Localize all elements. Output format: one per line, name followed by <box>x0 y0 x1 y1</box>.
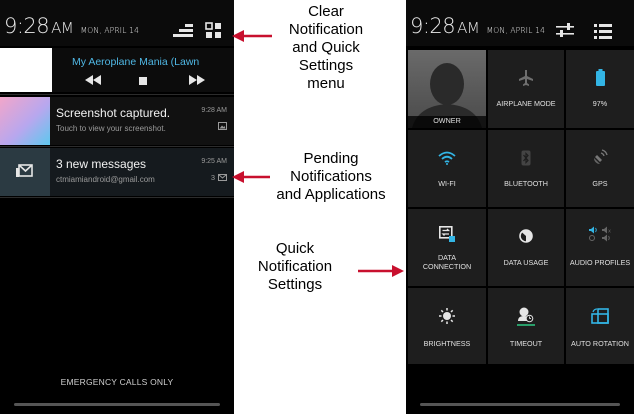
notification-list-icon[interactable] <box>594 24 612 39</box>
notification-title: 3 new messages <box>56 157 147 171</box>
divider <box>0 197 234 198</box>
drag-handle[interactable] <box>420 403 620 406</box>
wifi-icon <box>438 151 456 165</box>
screenshot-thumbnail <box>0 97 50 145</box>
notification-time: 9:25 AM <box>201 158 227 165</box>
messages-notification[interactable]: 3 new messages ctmiamiandroid@gmail.com … <box>0 148 234 196</box>
tile-audio-profiles[interactable]: x AUDIO PROFILES <box>566 209 634 286</box>
tile-label: BRIGHTNESS <box>423 339 471 348</box>
tile-owner[interactable]: OWNER <box>408 50 486 128</box>
tile-data-usage[interactable]: DATA USAGE <box>488 209 564 286</box>
auto-rotation-icon <box>591 308 609 324</box>
airplane-icon <box>519 70 533 86</box>
tile-label: AUTO ROTATION <box>571 339 629 348</box>
stop-icon[interactable] <box>139 77 147 85</box>
status-bar: 9:28 AM MON, APRIL 14 <box>0 0 234 46</box>
mail-app-icon-area <box>0 148 50 196</box>
music-title: My Aeroplane Mania (Lawn <box>72 56 200 68</box>
notification-small-icon-area <box>218 122 227 130</box>
notification-subtitle: Touch to view your screenshot. <box>56 124 166 133</box>
previous-track-icon[interactable] <box>85 75 101 85</box>
tile-label: AIRPLANE MODE <box>496 99 556 108</box>
battery-icon <box>595 69 605 86</box>
clock-date: MON, APRIL 14 <box>80 26 140 35</box>
screenshot-notification[interactable]: Screenshot captured. Touch to view your … <box>0 97 234 145</box>
arrow-left-icon <box>232 30 272 42</box>
album-art <box>0 48 52 92</box>
status-clock: 9:28 AM MON, APRIL 14 <box>4 14 139 38</box>
notification-title: Screenshot captured. <box>56 106 171 120</box>
tile-airplane-mode[interactable]: AIRPLANE MODE <box>488 50 564 128</box>
data-connection-icon <box>439 226 455 242</box>
clock-time: 9:28 <box>410 14 456 38</box>
data-usage-icon <box>519 229 533 243</box>
gmail-icon <box>16 164 33 177</box>
tile-label: WI-FI <box>438 179 456 188</box>
timeout-icon <box>517 307 535 326</box>
status-bar: 9:28 AM MON, APRIL 14 <box>406 0 634 46</box>
envelope-icon <box>218 174 227 181</box>
brightness-icon <box>439 308 455 324</box>
clock-ampm: AM <box>457 19 480 37</box>
tile-label: AUDIO PROFILES <box>569 258 631 267</box>
divider <box>0 94 234 95</box>
tile-label: 97% <box>592 99 608 108</box>
audio-profiles-icon: x <box>589 226 611 242</box>
annotation-clear-menu: Clear Notification and Quick Settings me… <box>288 3 364 92</box>
arrow-left-icon <box>232 171 270 183</box>
clear-notifications-icon[interactable] <box>172 24 194 38</box>
tile-wifi[interactable]: WI-FI <box>408 130 486 207</box>
bluetooth-icon <box>521 150 531 166</box>
tile-label: BLUETOOTH <box>504 179 548 188</box>
tile-label: DATA USAGE <box>503 258 549 267</box>
clock-ampm: AM <box>51 19 74 37</box>
tile-label: GPS <box>592 179 608 188</box>
next-track-icon[interactable] <box>189 75 205 85</box>
tile-bluetooth[interactable]: BLUETOOTH <box>488 130 564 207</box>
notification-shade: 9:28 AM MON, APRIL 14 My Aeroplane Mania … <box>0 0 234 414</box>
notification-subtitle: ctmiamiandroid@gmail.com <box>56 175 155 184</box>
quick-settings-panel: 9:28 AM MON, APRIL 14 OWNER AIRPLANE MOD… <box>406 0 634 414</box>
status-clock: 9:28 AM MON, APRIL 14 <box>410 14 545 38</box>
quick-settings-grid-icon[interactable] <box>205 22 223 39</box>
message-count: 3 <box>210 173 215 182</box>
tile-brightness[interactable]: BRIGHTNESS <box>408 288 486 364</box>
svg-text:x: x <box>608 229 611 235</box>
music-player-notification[interactable]: My Aeroplane Mania (Lawn <box>0 48 234 92</box>
divider <box>0 146 234 147</box>
tile-gps[interactable]: GPS <box>566 130 634 207</box>
tile-label: OWNER <box>433 116 461 125</box>
tile-data-connection[interactable]: DATA CONNECTION <box>408 209 486 286</box>
arrow-right-icon <box>358 265 404 277</box>
notification-time: 9:28 AM <box>201 107 227 114</box>
gps-icon <box>594 149 608 164</box>
drag-handle[interactable] <box>14 403 220 406</box>
tile-label: TIMEOUT <box>509 339 543 348</box>
notification-small-icon-area: 3 <box>211 173 227 182</box>
settings-sliders-icon[interactable] <box>556 23 574 38</box>
image-icon <box>218 122 227 130</box>
tile-auto-rotation[interactable]: AUTO ROTATION <box>566 288 634 364</box>
tile-timeout[interactable]: TIMEOUT <box>488 288 564 364</box>
emergency-calls-label: EMERGENCY CALLS ONLY <box>60 377 174 387</box>
tile-battery[interactable]: 97% <box>566 50 634 128</box>
clock-date: MON, APRIL 14 <box>486 26 546 35</box>
clock-time: 9:28 <box>4 14 50 38</box>
annotation-pending-notifications: Pending Notifications and Applications <box>276 150 386 203</box>
tile-label: DATA CONNECTION <box>422 253 472 271</box>
annotation-quick-settings: Quick Notification Settings <box>257 240 333 293</box>
